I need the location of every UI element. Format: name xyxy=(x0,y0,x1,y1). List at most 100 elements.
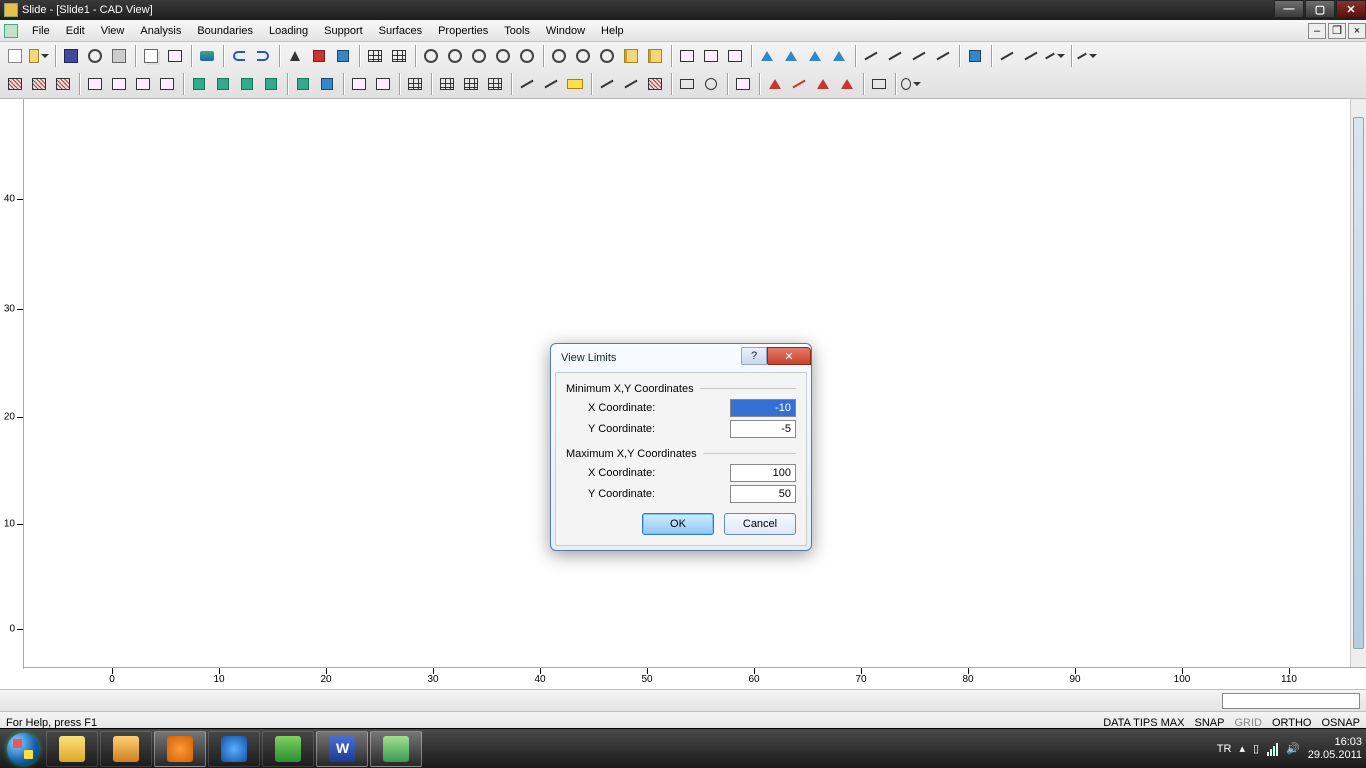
tb-dim-a-button[interactable] xyxy=(860,45,882,67)
tb-zoom-fit-button[interactable] xyxy=(468,45,490,67)
tb2-ang-a-button[interactable] xyxy=(764,73,786,95)
tb2-runflag-button[interactable] xyxy=(292,73,314,95)
menu-loading[interactable]: Loading xyxy=(261,23,316,39)
window-maximize-button[interactable]: ▢ xyxy=(1305,0,1335,18)
menu-window[interactable]: Window xyxy=(538,23,593,39)
min-x-input[interactable] xyxy=(730,399,796,417)
menu-boundaries[interactable]: Boundaries xyxy=(189,23,261,39)
tb-dim-b-button[interactable] xyxy=(884,45,906,67)
status-datatips[interactable]: DATA TIPS MAX xyxy=(1103,717,1184,729)
tb2-bound-c-button[interactable] xyxy=(52,73,74,95)
task-mediaplayer-button[interactable] xyxy=(154,731,206,767)
tb-meas-a-button[interactable] xyxy=(996,45,1018,67)
tray-clock[interactable]: 16:03 29.05.2011 xyxy=(1308,736,1362,762)
task-messenger-button[interactable] xyxy=(262,731,314,767)
tb-tri-a-button[interactable] xyxy=(756,45,778,67)
tb-zoom-in-button[interactable] xyxy=(420,45,442,67)
tray-battery-icon[interactable]: ▯ xyxy=(1253,742,1259,755)
menu-help[interactable]: Help xyxy=(593,23,632,39)
max-y-input[interactable] xyxy=(730,485,796,503)
tb2-check-button[interactable] xyxy=(316,73,338,95)
tb2-ang-d-button[interactable] xyxy=(836,73,858,95)
tb-meas-c-button[interactable] xyxy=(1044,45,1066,67)
tb2-sup-c-button[interactable] xyxy=(236,73,258,95)
tb-zoom-z-button[interactable] xyxy=(596,45,618,67)
tb2-ang-b-button[interactable] xyxy=(788,73,810,95)
status-grid[interactable]: GRID xyxy=(1234,717,1262,729)
dialog-ok-button[interactable]: OK xyxy=(642,513,714,535)
mdi-minimize-button[interactable]: – xyxy=(1308,23,1326,39)
tb-copy-button[interactable] xyxy=(140,45,162,67)
tb-ext-button[interactable] xyxy=(1076,45,1098,67)
coordinate-input[interactable] xyxy=(1222,693,1360,709)
window-close-button[interactable]: ✕ xyxy=(1336,0,1366,18)
tb2-mat-c-button[interactable] xyxy=(132,73,154,95)
status-snap[interactable]: SNAP xyxy=(1194,717,1224,729)
tb-layer-a-button[interactable] xyxy=(676,45,698,67)
tb2-prop-a-button[interactable] xyxy=(348,73,370,95)
min-y-input[interactable] xyxy=(730,420,796,438)
tb2-draw-a-button[interactable] xyxy=(596,73,618,95)
tb-grid-a-button[interactable] xyxy=(364,45,386,67)
tb-redo-button[interactable] xyxy=(252,45,274,67)
mdi-close-button[interactable]: × xyxy=(1348,23,1366,39)
tb2-sup-b-button[interactable] xyxy=(212,73,234,95)
vertical-scrollbar[interactable] xyxy=(1350,99,1366,667)
tb-tri-c-button[interactable] xyxy=(804,45,826,67)
max-x-input[interactable] xyxy=(730,464,796,482)
dialog-cancel-button[interactable]: Cancel xyxy=(724,513,796,535)
tb-zoom-y-button[interactable] xyxy=(572,45,594,67)
tb2-axes-button[interactable] xyxy=(868,73,890,95)
tb-undo-button[interactable] xyxy=(228,45,250,67)
tray-arrow-icon[interactable]: ▴ xyxy=(1239,742,1245,755)
tb-grid-b-button[interactable] xyxy=(388,45,410,67)
tb2-tbl-a-button[interactable] xyxy=(436,73,458,95)
tray-language[interactable]: TR xyxy=(1217,743,1232,755)
task-ie-button[interactable] xyxy=(208,731,260,767)
tb-pan-button[interactable] xyxy=(620,45,642,67)
task-explorer-button[interactable] xyxy=(46,731,98,767)
window-minimize-button[interactable]: — xyxy=(1274,0,1304,18)
menu-surfaces[interactable]: Surfaces xyxy=(371,23,430,39)
menu-support[interactable]: Support xyxy=(316,23,371,39)
tb-tri-b-button[interactable] xyxy=(780,45,802,67)
tb-zoom-out-button[interactable] xyxy=(444,45,466,67)
tb2-sup-d-button[interactable] xyxy=(260,73,282,95)
tb-zoom-prev-button[interactable] xyxy=(516,45,538,67)
tb2-draw-b-button[interactable] xyxy=(620,73,642,95)
tb2-ang-c-button[interactable] xyxy=(812,73,834,95)
status-ortho[interactable]: ORTHO xyxy=(1272,717,1312,729)
tb2-line-a-button[interactable] xyxy=(516,73,538,95)
tb-layer-c-button[interactable] xyxy=(724,45,746,67)
tb2-sup-a-button[interactable] xyxy=(188,73,210,95)
tb-zoom-x-button[interactable] xyxy=(548,45,570,67)
menu-tools[interactable]: Tools xyxy=(496,23,538,39)
tb-pick-button[interactable] xyxy=(308,45,330,67)
tb-dim-c-button[interactable] xyxy=(908,45,930,67)
tb-wave-button[interactable] xyxy=(196,45,218,67)
tray-volume-icon[interactable]: 🔊 xyxy=(1286,742,1300,755)
tb2-prop-b-button[interactable] xyxy=(372,73,394,95)
task-slide-button[interactable] xyxy=(370,731,422,767)
tb-zoom-win-button[interactable] xyxy=(492,45,514,67)
tb-select-button[interactable] xyxy=(284,45,306,67)
tb-tri-d-button[interactable] xyxy=(828,45,850,67)
tb2-draw-c-button[interactable] xyxy=(644,73,666,95)
tb-dim-d-button[interactable] xyxy=(932,45,954,67)
tb2-clear-button[interactable] xyxy=(900,73,922,95)
task-paint-button[interactable] xyxy=(100,731,152,767)
tb2-mat-a-button[interactable] xyxy=(84,73,106,95)
tb-compute-button[interactable] xyxy=(332,45,354,67)
status-osnap[interactable]: OSNAP xyxy=(1321,717,1360,729)
tb2-rect-button[interactable] xyxy=(676,73,698,95)
tb2-ruler-button[interactable] xyxy=(564,73,586,95)
tb-open-button[interactable] xyxy=(28,45,50,67)
tb-layer-b-button[interactable] xyxy=(700,45,722,67)
tb2-line-b-button[interactable] xyxy=(540,73,562,95)
tb2-tbl-c-button[interactable] xyxy=(484,73,506,95)
tb2-region-button[interactable] xyxy=(732,73,754,95)
tb-new-button[interactable] xyxy=(4,45,26,67)
tb-save-button[interactable] xyxy=(60,45,82,67)
dialog-help-button[interactable]: ? xyxy=(741,347,767,365)
tray-network-icon[interactable] xyxy=(1267,742,1278,756)
